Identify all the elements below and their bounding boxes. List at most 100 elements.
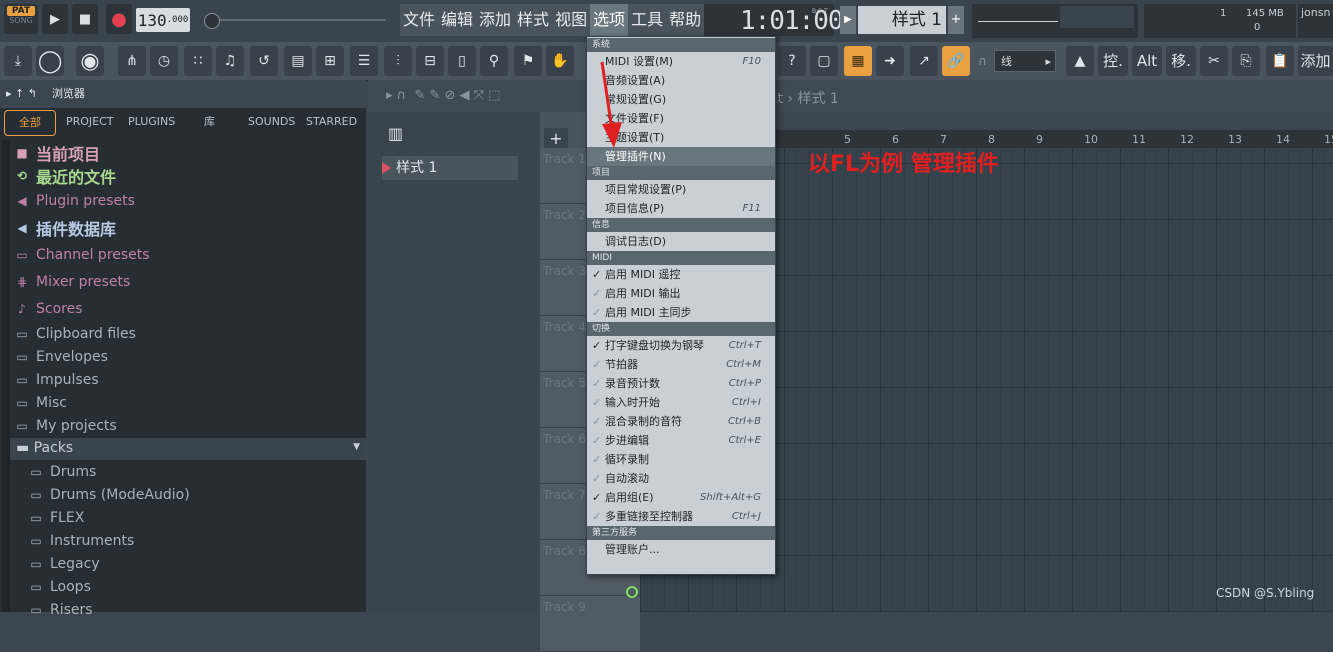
alt-button[interactable]: Alt	[1132, 46, 1162, 76]
menu-item[interactable]: ✓ 自动滚动	[587, 469, 775, 488]
add-button[interactable]: 添加	[1298, 46, 1333, 76]
pattern-list-item[interactable]: 样式 1	[382, 156, 518, 180]
menu-patterns[interactable]: 样式	[514, 4, 552, 36]
pack-item[interactable]: ▭ Loops	[28, 576, 91, 598]
menu-item[interactable]: ✓ 步进编辑 Ctrl+E	[587, 431, 775, 450]
browser-item-scores[interactable]: ♪ Scores	[14, 298, 82, 320]
slider-knob[interactable]	[204, 13, 220, 29]
link-button[interactable]: 🔗	[942, 46, 970, 76]
tab-plugins[interactable]: PLUGINS	[128, 110, 175, 134]
tab-starred[interactable]: STARRED	[306, 110, 357, 134]
menu-item[interactable]: ✓ 启用 MIDI 遥控	[587, 265, 775, 284]
blend-button[interactable]: ⊞	[316, 46, 344, 76]
pack-item[interactable]: ▭ FLEX	[28, 507, 84, 529]
browser-item-packs[interactable]: ▬ Packs ▼	[10, 438, 366, 460]
move-button[interactable]: 移.	[1166, 46, 1196, 76]
menu-tools[interactable]: 工具	[628, 4, 666, 36]
track-status-icon[interactable]	[626, 586, 638, 598]
tab-project[interactable]: PROJECT	[66, 110, 114, 134]
menu-item[interactable]: 项目常规设置(P)	[587, 180, 775, 199]
browser-button[interactable]: ▯	[448, 46, 476, 76]
pack-item[interactable]: ▭ Legacy	[28, 553, 99, 575]
channel-rack-button[interactable]: ⊟	[416, 46, 444, 76]
piano-icon[interactable]: ▥	[388, 124, 403, 143]
menu-add[interactable]: 添加	[476, 4, 514, 36]
metronome-button[interactable]: ◷	[150, 46, 178, 76]
plugin-button[interactable]: ⚲	[480, 46, 508, 76]
browser-item-recent-files[interactable]: ⟲ 最近的文件	[14, 165, 116, 187]
piano-roll-button[interactable]: ♫	[216, 46, 244, 76]
pattern-name[interactable]: 样式 1	[858, 6, 946, 34]
tempo-display[interactable]: 130.000	[136, 8, 190, 32]
arrow-button[interactable]: ➜	[876, 46, 904, 76]
user-account[interactable]: jonsn	[1298, 4, 1333, 38]
tab-library[interactable]: 库	[204, 110, 215, 134]
menu-item[interactable]: 调试日志(D)	[587, 232, 775, 251]
pack-item[interactable]: ▭ Drums (ModeAudio)	[28, 484, 189, 506]
menu-item[interactable]: 管理账户...	[587, 540, 775, 559]
browser-item-my-projects[interactable]: ▭ My projects	[14, 415, 116, 437]
menu-item[interactable]: ✓ 循环录制	[587, 450, 775, 469]
stop-button[interactable]: ■	[72, 4, 98, 34]
hand-button[interactable]: ✋	[546, 46, 574, 76]
pat-song-toggle[interactable]: PAT SONG	[4, 4, 38, 34]
menu-options[interactable]: 选项	[590, 4, 629, 36]
browser-item-envelopes[interactable]: ▭ Envelopes	[14, 346, 108, 368]
menu-item[interactable]: ✓ 启用 MIDI 主同步	[587, 303, 775, 322]
track-header[interactable]: Track 9	[540, 596, 640, 652]
tab-all[interactable]: 全部	[4, 110, 56, 136]
browser-item-channel-presets[interactable]: ▭ Channel presets	[14, 244, 149, 266]
help-button[interactable]: ?	[778, 46, 806, 76]
snap-select[interactable]: 线 ▸	[994, 50, 1056, 72]
playlist-tools-icons[interactable]: ▸ ∩ ✎ ✎ ⊘ ◀ ⤧ ⬚	[386, 88, 500, 103]
step-button[interactable]: ∷	[184, 46, 212, 76]
browser-item-plugin-presets[interactable]: ◀ Plugin presets	[14, 190, 135, 212]
menu-file[interactable]: 文件	[400, 4, 438, 36]
record-mode-button[interactable]: ▤	[284, 46, 312, 76]
menu-item[interactable]: ✓ 录音预计数 Ctrl+P	[587, 374, 775, 393]
loop-button[interactable]: ↺	[250, 46, 278, 76]
menu-item[interactable]: 项目信息(P) F11	[587, 199, 775, 218]
song-position-slider[interactable]	[202, 12, 388, 29]
browser-item-mixer-presets[interactable]: ⋕ Mixer presets	[14, 271, 130, 293]
playlist-view-button[interactable]: ☰	[350, 46, 378, 76]
tab-sounds[interactable]: SOUNDS	[248, 110, 295, 134]
cut-button[interactable]: ✂	[1200, 46, 1228, 76]
browser-item-misc[interactable]: ▭ Misc	[14, 392, 67, 414]
copy-button[interactable]: ⎘	[1232, 46, 1260, 76]
menu-view[interactable]: 视图	[552, 4, 590, 36]
pattern-add-button[interactable]: +	[948, 6, 964, 34]
browser-scrollbar[interactable]	[2, 140, 10, 612]
menu-item[interactable]: ✓ 混合录制的音符 Ctrl+B	[587, 412, 775, 431]
pattern-prev-icon[interactable]: ▶	[840, 6, 856, 34]
hat-button[interactable]: ▲	[1066, 46, 1094, 76]
pack-item[interactable]: ▭ Drums	[28, 461, 96, 483]
add-track-button[interactable]: +	[544, 128, 568, 150]
slide-button[interactable]: ↗	[910, 46, 938, 76]
master-volume-knob[interactable]: ◯	[36, 46, 64, 76]
ctrl-button[interactable]: 控.	[1098, 46, 1128, 76]
pack-item[interactable]: ▭ Risers	[28, 599, 92, 621]
download-button[interactable]: ⤓	[4, 46, 32, 76]
browser-menu-icon[interactable]: ▸ ↑ ↰	[6, 80, 37, 108]
browser-item-plugin-database[interactable]: ◀ 插件数据库	[14, 217, 116, 239]
window-button[interactable]: ▢	[810, 46, 838, 76]
browser-item-clipboard[interactable]: ▭ Clipboard files	[14, 323, 136, 345]
menu-item[interactable]: ✓ 启用 MIDI 输出	[587, 284, 775, 303]
record-button[interactable]: ●	[106, 4, 132, 34]
menu-edit[interactable]: 编辑	[438, 4, 476, 36]
typing-keyboard-button[interactable]: ▦	[844, 46, 872, 76]
menu-item[interactable]: ✓ 启用组(E) Shift+Alt+G	[587, 488, 775, 507]
mixer-button[interactable]: ⫶	[384, 46, 412, 76]
midi-button[interactable]: ⋔	[118, 46, 146, 76]
master-pitch-knob[interactable]: ◉	[76, 46, 104, 76]
paste-button[interactable]: 📋	[1266, 46, 1294, 76]
time-display[interactable]: 1:01:00 B:S:T	[704, 4, 844, 36]
menu-item[interactable]: ✓ 输入时开始 Ctrl+I	[587, 393, 775, 412]
menu-item[interactable]: ✓ 打字键盘切换为钢琴 Ctrl+T	[587, 336, 775, 355]
pattern-selector[interactable]: ▶ 样式 1 +	[840, 6, 966, 34]
menu-item[interactable]: ✓ 节拍器 Ctrl+M	[587, 355, 775, 374]
browser-item-current-project[interactable]: ■ 当前项目	[14, 142, 100, 164]
menu-item[interactable]: ✓ 多重链接至控制器 Ctrl+J	[587, 507, 775, 526]
menu-help[interactable]: 帮助	[666, 4, 704, 36]
